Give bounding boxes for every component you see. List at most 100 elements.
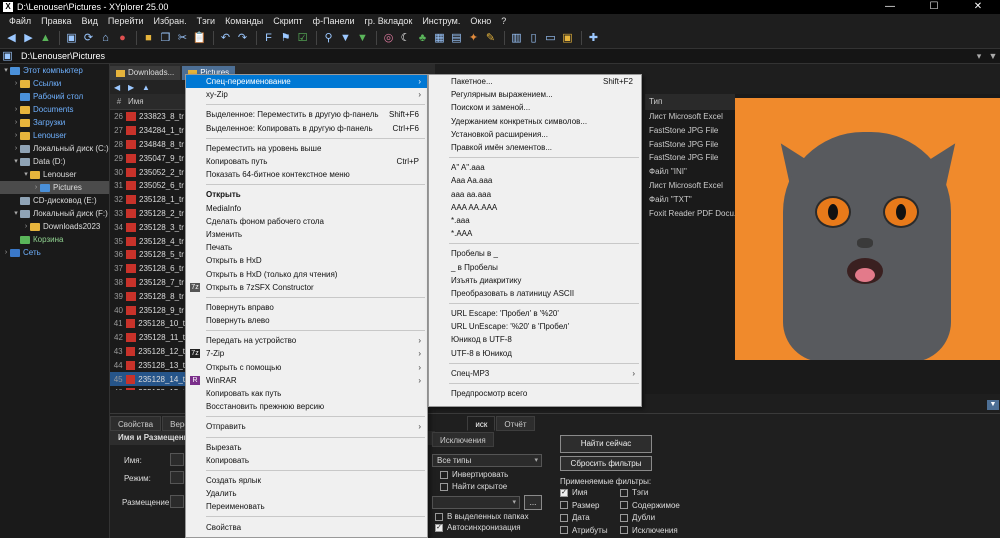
chevron-down-icon[interactable]: ▼ [987,400,999,410]
grid-icon[interactable]: ▦ [432,31,447,45]
filter-checkbox[interactable]: Атрибуты [560,526,608,535]
file-row[interactable]: 28 234848_8_tr [110,138,185,152]
tree-item[interactable]: Корзина [0,233,109,246]
tab-search[interactable]: иск [467,416,496,431]
menu-item[interactable]: Восстановить прежнюю версию [186,400,427,413]
menu-item[interactable]: Печать [186,241,427,254]
menu-item[interactable]: Юникод в UTF-8 [429,333,641,346]
checkbox[interactable] [620,513,628,522]
mode-select[interactable] [170,471,184,484]
tree-item[interactable]: › Загрузки [0,116,109,129]
menu-item[interactable]: R WinRAR › [186,374,427,387]
in-selected-folders-checkbox[interactable]: В выделенных папках [435,512,529,521]
menu-item[interactable]: Изъять диакритику [429,274,641,287]
filter-checkbox[interactable]: Размер [560,501,600,510]
expand-icon[interactable]: › [12,142,20,155]
settings-icon[interactable]: ✚ [586,31,601,45]
filter-checkbox[interactable]: Содержимое [620,501,680,510]
preview-icon[interactable]: ▣ [560,31,575,45]
menu-item[interactable]: Отправить › [186,420,427,433]
new-folder-icon[interactable]: ■ [141,31,156,45]
file-row[interactable]: 43 235128_12_t [110,345,185,359]
menu-item[interactable]: Свойства [186,520,427,533]
refresh-icon[interactable]: ⟳ [81,31,96,45]
tree-item[interactable]: › Pictures [0,181,109,194]
search-icon[interactable]: ⚲ [321,31,336,45]
menu-item[interactable]: A" A".aaa [429,161,641,174]
file-row[interactable]: 39 235128_8_tr [110,289,185,303]
tree-item[interactable]: ▾ Локальный диск (F:) [0,207,109,220]
menu-item[interactable]: Правкой имён элементов... [429,141,641,154]
file-row[interactable]: 29 235047_9_tr [110,151,185,165]
checkbox[interactable]: ✓ [435,523,443,532]
column-type[interactable]: Тип [645,94,735,110]
menu-item[interactable]: xy-Zip › [186,88,427,101]
menu-item[interactable]: Сделать фоном рабочего стола [186,215,427,228]
menu-item[interactable]: Перейти [103,16,149,26]
find-now-button[interactable]: Найти сейчас [560,435,652,453]
single-pane-icon[interactable]: ▯ [526,31,541,45]
menu-item[interactable]: Пробелы в _ [429,247,641,260]
dual-pane-icon[interactable]: ▥ [509,31,524,45]
forward-icon[interactable]: ▶ [128,83,138,92]
expand-icon[interactable]: ▾ [22,168,30,181]
menu-item[interactable]: Показать 64-битное контекстное меню [186,168,427,181]
checkbox[interactable] [440,482,448,491]
expand-icon[interactable]: › [22,220,30,233]
menu-item[interactable]: UTF-8 в Юникод [429,347,641,360]
menu-item[interactable]: Открыть с помощью › [186,361,427,374]
menu-item[interactable]: *.aaa [429,214,641,227]
browse-button[interactable]: ... [524,495,542,510]
menu-item[interactable]: Удалить [186,487,427,500]
menu-item[interactable]: Пакетное... Shift+F2 [429,75,641,88]
menu-item[interactable]: Регулярным выражением... [429,88,641,101]
menu-item[interactable]: Избран. [149,16,192,26]
layout-icon[interactable]: ▭ [543,31,558,45]
computer-icon[interactable]: ▣ [64,31,79,45]
tab-report[interactable]: Отчёт [496,416,535,431]
undo-icon[interactable]: ↶ [218,31,233,45]
menu-item[interactable]: aaa aa.aaa [429,188,641,201]
checkbox[interactable] [560,513,568,522]
menu-item[interactable]: Выделенное: Копировать в другую ф-панель… [186,122,427,135]
menu-item[interactable]: Окно [465,16,496,26]
location-input[interactable] [170,495,184,508]
menu-item[interactable]: Создать ярлык [186,474,427,487]
checkbox[interactable] [620,501,628,509]
tree-item[interactable]: ▾ Data (D:) [0,155,109,168]
menu-item[interactable]: Поиском и заменой... [429,101,641,114]
tree-item[interactable]: › Lenouser [0,129,109,142]
menu-item[interactable]: Aaa Aa.aaa [429,174,641,187]
file-row[interactable]: 33 235128_2_tr [110,207,185,221]
address-input[interactable]: D:\Lenouser\Pictures [17,51,972,61]
menu-item[interactable]: ф-Панели [308,16,360,26]
reset-filters-button[interactable]: Сбросить фильтры [560,456,652,471]
menu-item[interactable]: Переместить на уровень выше [186,142,427,155]
menu-item[interactable]: Переименовать [186,500,427,513]
night-mode-icon[interactable]: ☾ [398,31,413,45]
filter-checkbox[interactable]: Исключения [620,526,678,535]
filter-checkbox[interactable]: ✓ Имя [560,488,588,497]
file-row[interactable]: 34 235128_3_tr [110,220,185,234]
file-row[interactable]: 27 234284_1_tr [110,124,185,138]
menu-item[interactable]: Передать на устройство › [186,334,427,347]
menu-item[interactable]: Правка [36,16,76,26]
autosync-checkbox[interactable]: ✓ Автосинхронизация [435,523,521,532]
file-row[interactable]: 45 235128_14_t [110,372,185,386]
find-files-icon[interactable]: F [261,31,276,45]
menu-item[interactable]: Спец-переименование › [186,75,427,89]
file-row[interactable]: 42 235128_11_t [110,331,185,345]
menu-item[interactable]: гр. Вкладок [360,16,418,26]
tree-item[interactable]: › Локальный диск (C:) [0,142,109,155]
tree-item[interactable]: ▾ Lenouser [0,168,109,181]
up-icon[interactable]: ▲ [142,83,152,92]
subtab-exclusions[interactable]: Исключения [432,432,494,447]
file-row[interactable]: 26 233823_8_tr [110,110,185,124]
location-select[interactable]: ▾ [432,496,520,509]
file-row[interactable]: 40 235128_9_tr [110,303,185,317]
expand-icon[interactable]: › [12,129,20,142]
tag-icon[interactable]: ⚑ [278,31,293,45]
file-row[interactable]: 36 235128_5_tr [110,248,185,262]
filter-icon[interactable]: ▼ [338,31,353,45]
menu-item[interactable]: Вид [77,16,103,26]
